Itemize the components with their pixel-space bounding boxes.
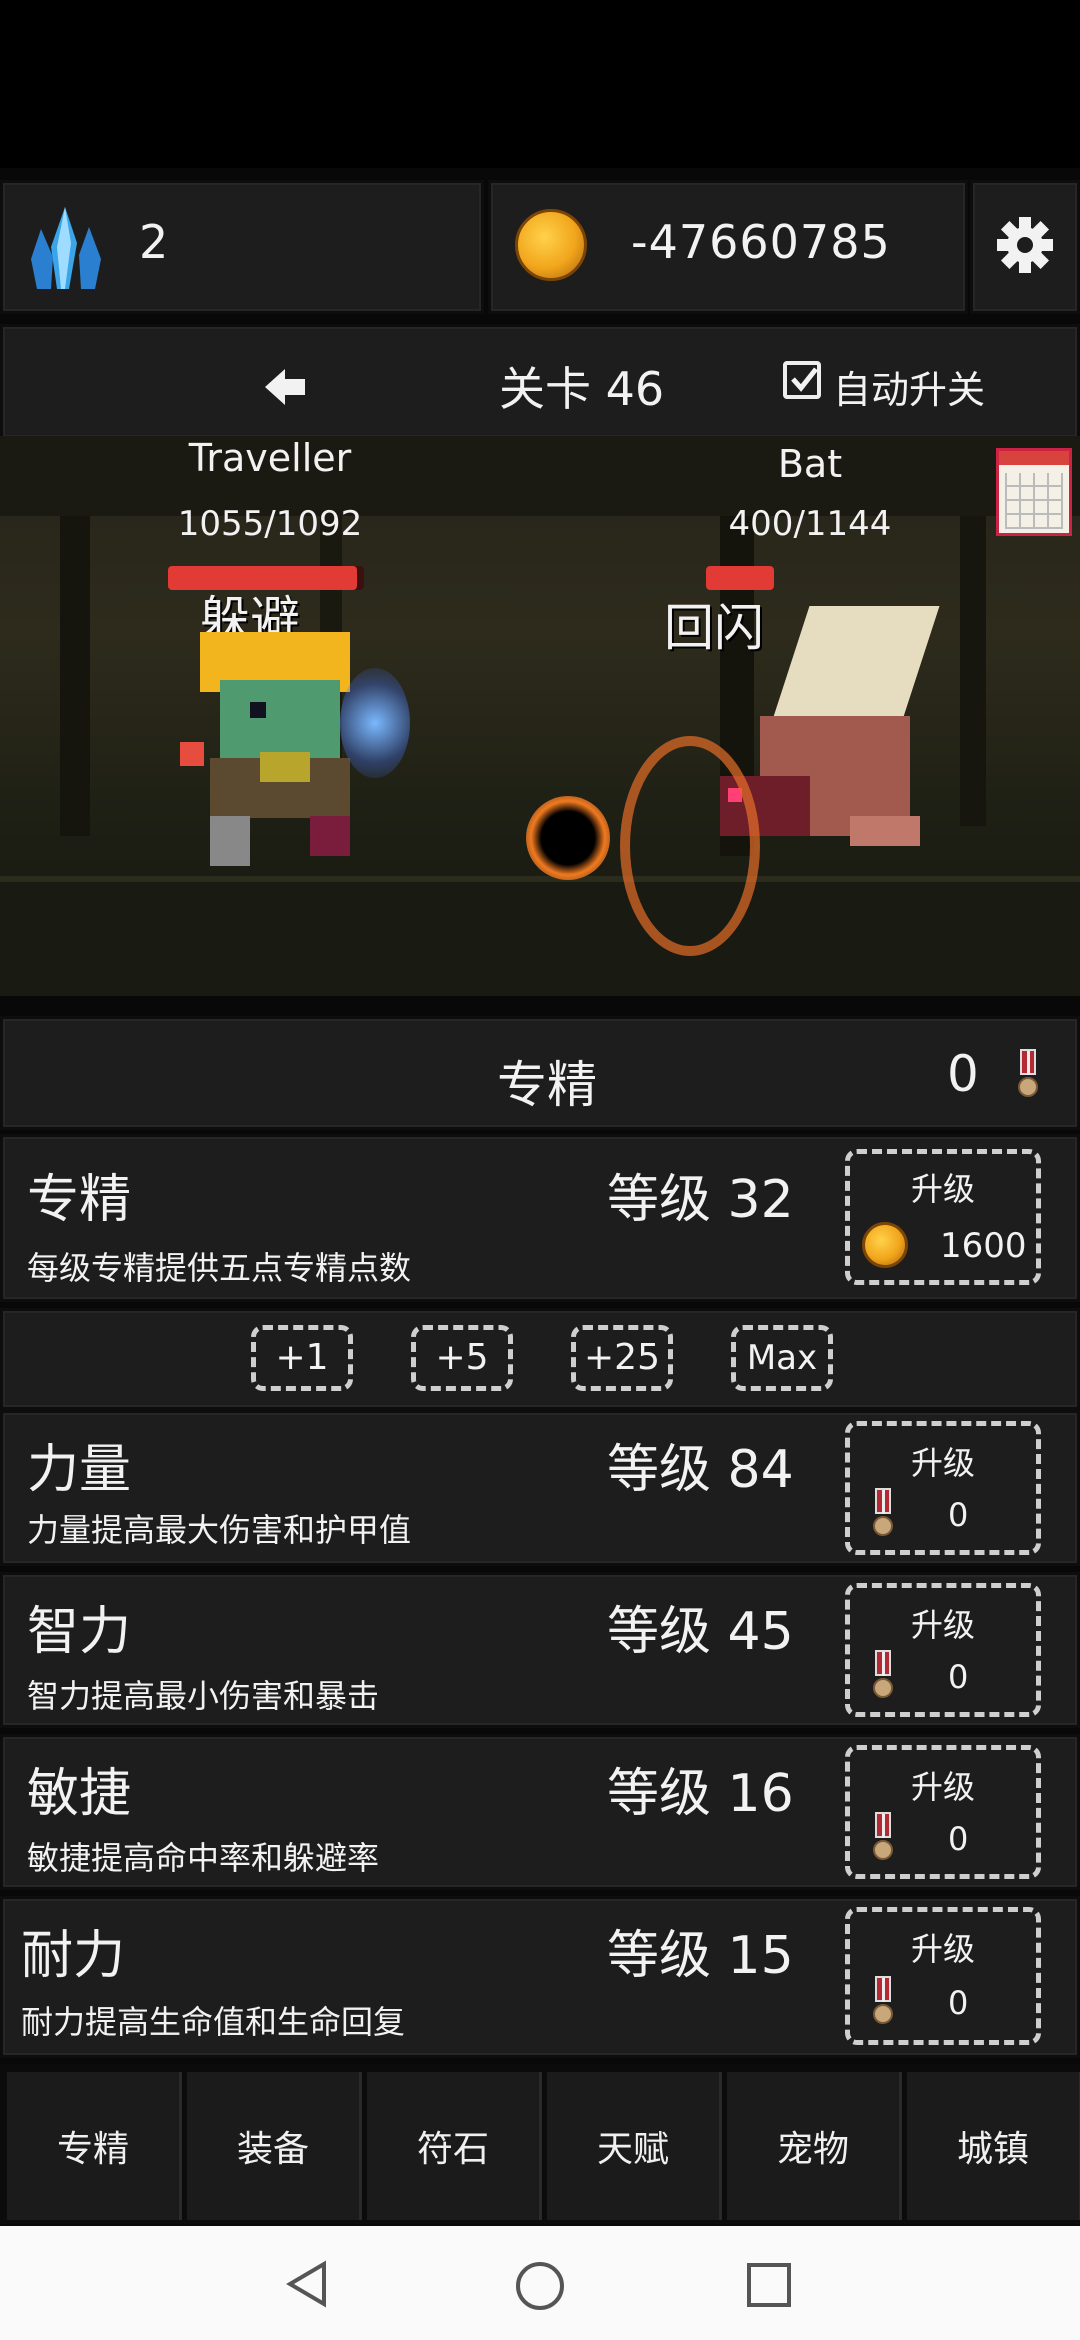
medal-icon [1017,1049,1039,1105]
stat-level: 等级 15 [607,1926,794,1986]
battle-scene: Traveller 1055/1092 躲避 Bat 400/1144 回闪 [0,436,1080,996]
settings-button[interactable] [970,180,1080,314]
nav-tab-runes[interactable]: 符石 [364,2072,542,2220]
stat-level: 等级 16 [607,1764,794,1824]
stat-name: 敏捷 [27,1764,132,1824]
mastery-row: 专精 等级 32 每级专精提供五点专精点数 升级 1600 [0,1134,1080,1302]
gold-coin-icon [515,209,587,281]
enemy-hp-fill [706,566,774,590]
medal-icon [872,1812,894,1868]
intelligence-upgrade-button[interactable]: 升级 0 [845,1583,1041,1717]
stat-row-intelligence: 智力 等级 45 智力提高最小伤害和暴击 升级 0 [0,1572,1080,1728]
upgrade-cost: 1600 [940,1226,1027,1266]
multiplier-label: +5 [435,1337,489,1378]
blue-glow [340,668,410,778]
upgrade-label: 升级 [910,1444,975,1482]
mastery-name: 专精 [27,1170,132,1230]
medal-icon [872,1976,894,2032]
gold-coin-icon [862,1222,908,1268]
nav-tab-label: 符石 [416,2129,489,2170]
auto-advance-checkbox[interactable] [783,361,821,399]
stat-level: 等级 84 [607,1440,794,1500]
ground [0,876,1080,996]
upgrade-cost: 0 [948,1984,969,2022]
stage-label: 关卡 46 [499,362,665,416]
multiplier-plus1-button[interactable]: +1 [251,1325,353,1391]
recents-nav-icon[interactable] [746,2262,792,2308]
enemy-hp-bar [706,566,774,590]
stage-bar: 关卡 46 自动升关 [0,324,1080,440]
player-name: Traveller [188,436,352,480]
stat-name: 耐力 [21,1926,126,1986]
nav-tab-label: 装备 [236,2129,309,2170]
fire-ring-effect [620,736,760,956]
multiplier-plus5-button[interactable]: +5 [411,1325,513,1391]
upgrade-cost: 0 [948,1658,969,1696]
mastery-header-title: 专精 [497,1056,597,1114]
upgrade-label: 升级 [910,1170,975,1208]
multiplier-label: +1 [275,1337,329,1378]
mastery-upgrade-button[interactable]: 升级 1600 [845,1149,1041,1285]
enemy-name: Bat [777,442,843,486]
stat-level: 等级 45 [607,1602,794,1662]
upgrade-cost: 0 [948,1820,969,1858]
mastery-desc: 每级专精提供五点专精点数 [27,1249,412,1287]
auto-advance-label: 自动升关 [833,368,986,412]
crystal-count: 2 [139,215,169,269]
mastery-header: 专精 0 [0,1016,1080,1130]
multiplier-max-button[interactable]: Max [731,1325,833,1391]
upgrade-label: 升级 [910,1930,975,1968]
stat-row-stamina: 耐力 等级 15 耐力提高生命值和生命回复 升级 0 [0,1896,1080,2058]
system-nav-bar [0,2226,1080,2340]
strength-upgrade-button[interactable]: 升级 0 [845,1421,1041,1555]
nav-tab-label: 天赋 [596,2129,669,2170]
medal-icon [872,1488,894,1544]
crystal-icon [31,207,101,289]
crystal-panel: 2 [0,180,484,314]
nav-tab-label: 宠物 [776,2129,849,2170]
back-arrow-icon[interactable] [265,367,309,407]
nav-tab-label: 城镇 [956,2129,1029,2170]
check-icon [791,367,818,392]
upgrade-label: 升级 [910,1768,975,1806]
multiplier-label: +25 [584,1337,660,1378]
stat-row-agility: 敏捷 等级 16 敏捷提高命中率和躲避率 升级 0 [0,1734,1080,1890]
upgrade-label: 升级 [910,1606,975,1644]
multiplier-label: Max [746,1338,818,1378]
nav-tab-equipment[interactable]: 装备 [184,2072,362,2220]
mastery-points: 0 [947,1045,979,1103]
stat-desc: 力量提高最大伤害和护甲值 [27,1511,412,1549]
medal-icon [872,1650,894,1706]
agility-upgrade-button[interactable]: 升级 0 [845,1745,1041,1879]
status-bar-area [0,0,1080,168]
home-nav-icon[interactable] [514,2260,566,2312]
nav-tab-talents[interactable]: 天赋 [544,2072,722,2220]
upgrade-cost: 0 [948,1496,969,1534]
stat-desc: 耐力提高生命值和生命回复 [21,2003,406,2041]
back-nav-icon[interactable] [284,2260,332,2308]
stamina-upgrade-button[interactable]: 升级 0 [845,1907,1041,2045]
multiplier-plus25-button[interactable]: +25 [571,1325,673,1391]
gold-panel: -47660785 [488,180,968,314]
calendar-icon[interactable] [996,448,1072,536]
nav-tab-mastery[interactable]: 专精 [4,2072,182,2220]
stat-name: 力量 [27,1440,132,1500]
player-hp-text: 1055/1092 [177,504,363,544]
nav-tab-town[interactable]: 城镇 [904,2072,1080,2220]
stat-desc: 智力提高最小伤害和暴击 [27,1677,380,1715]
stat-row-strength: 力量 等级 84 力量提高最大伤害和护甲值 升级 0 [0,1410,1080,1566]
stat-desc: 敏捷提高命中率和躲避率 [27,1839,380,1877]
stat-name: 智力 [27,1602,132,1662]
gold-amount: -47660785 [631,215,891,269]
enemy-hp-text: 400/1144 [728,504,892,544]
nav-tab-pets[interactable]: 宠物 [724,2072,902,2220]
gear-icon [997,217,1053,273]
mastery-level: 等级 32 [607,1170,794,1230]
multiplier-row: +1 +5 +25 Max [0,1308,1080,1410]
dark-orb-effect [526,796,610,880]
nav-tab-label: 专精 [56,2129,129,2170]
